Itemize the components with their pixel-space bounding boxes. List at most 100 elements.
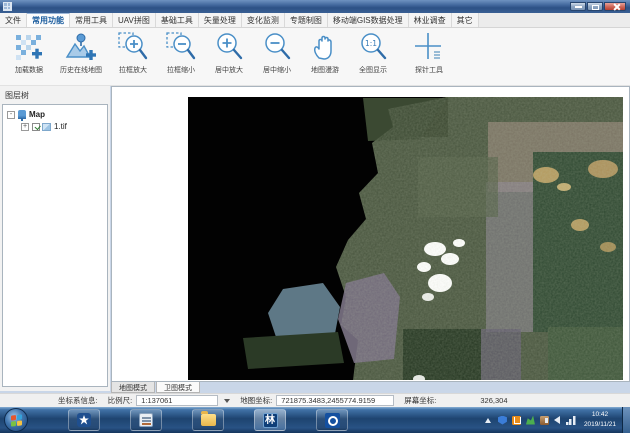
box-zoom-in-button[interactable]: 拉框放大 [110, 31, 156, 83]
scale-value-combobox[interactable]: 1:137061 [136, 395, 218, 406]
tray-shield-icon[interactable] [498, 416, 507, 425]
tool-label: 探针工具 [415, 65, 443, 75]
tray-expand-icon[interactable] [485, 418, 491, 423]
taskbar-app-star[interactable] [68, 409, 100, 431]
layer-tree: - Map + 1.tif [2, 104, 108, 387]
probe-tool-button[interactable]: 探针工具 [406, 31, 452, 83]
full-extent-button[interactable]: 1:1 全图显示 [350, 31, 396, 83]
history-online-map-button[interactable]: 历史在线地图 [54, 31, 108, 83]
image-viewer-icon [139, 413, 153, 427]
taskbar-app-image-viewer[interactable] [130, 409, 162, 431]
load-data-icon [13, 31, 45, 63]
tree-root-label: Map [29, 110, 45, 119]
tool-label: 拉框放大 [119, 65, 147, 75]
tool-label: 历史在线地图 [60, 65, 102, 75]
taskbar-apps: 林 [68, 409, 378, 431]
satellite-imagery[interactable] [188, 97, 623, 380]
star-app-icon [77, 413, 91, 427]
tray-green-icon[interactable] [526, 416, 535, 425]
map-mode-tabs: 地图模式 卫图模式 [111, 382, 201, 393]
tab-satellite-mode[interactable]: 卫图模式 [156, 382, 200, 393]
tool-label: 居中缩小 [263, 65, 291, 75]
taskbar-app-forestry[interactable]: 林 [254, 409, 286, 431]
scale-label: 比例尺: [108, 395, 133, 406]
tab-map-mode[interactable]: 地图模式 [111, 382, 155, 393]
box-zoom-in-icon [117, 31, 149, 63]
system-tray: 10:42 2019/11/21 [485, 407, 630, 433]
tab-vector-processing[interactable]: 矢量处理 [199, 13, 242, 27]
map-pan-button[interactable]: 地图漫游 [302, 31, 348, 83]
coord-system-label: 坐标系信息: [58, 395, 98, 406]
map-root-icon [18, 110, 26, 119]
layer-panel: 图层树 - Map + 1.tif [0, 86, 110, 391]
clock-date: 2019/11/21 [584, 420, 616, 430]
history-online-map-icon [65, 31, 97, 63]
map-coord-label: 地图坐标: [240, 395, 272, 406]
titlebar [0, 0, 630, 13]
tree-root-row[interactable]: - Map [3, 110, 107, 119]
center-zoom-out-button[interactable]: 居中缩小 [254, 31, 300, 83]
folder-icon [201, 414, 216, 426]
taskbar-app-explorer[interactable] [192, 409, 224, 431]
svg-text:1:1: 1:1 [365, 39, 377, 48]
show-desktop-button[interactable] [622, 407, 630, 433]
start-button[interactable] [4, 408, 28, 432]
pan-hand-icon [309, 31, 341, 63]
tool-label: 全图显示 [359, 65, 387, 75]
tree-layer-row[interactable]: + 1.tif [17, 122, 107, 131]
map-canvas[interactable] [111, 86, 630, 382]
taskbar-clock[interactable]: 10:42 2019/11/21 [584, 410, 616, 430]
full-extent-icon: 1:1 [357, 31, 389, 63]
minimize-button[interactable] [570, 2, 586, 11]
tab-thematic-mapping[interactable]: 专题制图 [285, 13, 328, 27]
tab-mobile-gis-data[interactable]: 移动端GIS数据处理 [328, 13, 409, 27]
screen-coord-value: 326,304 [480, 396, 507, 405]
tray-input-method-icon[interactable] [512, 416, 521, 425]
tool-label: 拉框缩小 [167, 65, 195, 75]
screen-coord-label: 屏幕坐标: [404, 395, 436, 406]
volume-icon[interactable] [554, 416, 560, 424]
box-zoom-out-icon [165, 31, 197, 63]
tab-forestry-survey[interactable]: 林业调查 [409, 13, 452, 27]
minimize-icon [575, 6, 582, 8]
status-bar: 坐标系信息: 比例尺: 1:137061 地图坐标: 721875.3483,2… [0, 393, 630, 407]
tab-other[interactable]: 其它 [452, 13, 479, 27]
probe-tool-icon [413, 31, 445, 63]
windows-flag-icon [11, 414, 22, 426]
clock-time: 10:42 [584, 410, 616, 420]
layer-panel-title: 图层树 [0, 86, 110, 103]
layer-visibility-checkbox[interactable] [32, 123, 40, 131]
raster-layer-icon [42, 123, 51, 131]
forest-app-icon: 林 [263, 413, 278, 428]
tab-change-monitoring[interactable]: 变化监测 [242, 13, 285, 27]
center-zoom-out-icon [261, 31, 293, 63]
window-controls [569, 2, 626, 11]
o-app-icon [325, 413, 340, 428]
tab-file[interactable]: 文件 [0, 13, 27, 27]
network-icon[interactable] [566, 416, 576, 425]
scale-dropdown-icon[interactable] [224, 399, 230, 403]
tab-common-tools[interactable]: 常用工具 [70, 13, 113, 27]
tool-label: 居中放大 [215, 65, 243, 75]
maximize-button[interactable] [587, 2, 603, 11]
map-coord-value: 721875.3483,2455774.9159 [276, 395, 394, 406]
center-zoom-in-icon [213, 31, 245, 63]
windows-taskbar: 林 10:42 2019/11/21 [0, 407, 630, 433]
close-button[interactable] [604, 2, 626, 11]
tool-label: 加载数据 [15, 65, 43, 75]
tool-label: 地图漫游 [311, 65, 339, 75]
collapse-icon[interactable]: - [7, 111, 15, 119]
maximize-icon [592, 5, 599, 10]
expand-icon[interactable]: + [21, 123, 29, 131]
tab-common-functions[interactable]: 常用功能 [27, 13, 70, 27]
taskbar-app-o[interactable] [316, 409, 348, 431]
center-zoom-in-button[interactable]: 居中放大 [206, 31, 252, 83]
tab-basic-tools[interactable]: 基础工具 [156, 13, 199, 27]
ribbon-tab-bar: 文件 常用功能 常用工具 UAV拼图 基础工具 矢量处理 变化监测 专题制图 移… [0, 13, 630, 28]
box-zoom-out-button[interactable]: 拉框缩小 [158, 31, 204, 83]
app-grid-icon [3, 2, 12, 11]
tab-uav-mosaic[interactable]: UAV拼图 [113, 13, 156, 27]
load-data-button[interactable]: 加载数据 [6, 31, 52, 83]
close-icon [613, 4, 619, 10]
tree-layer-label: 1.tif [54, 122, 67, 131]
